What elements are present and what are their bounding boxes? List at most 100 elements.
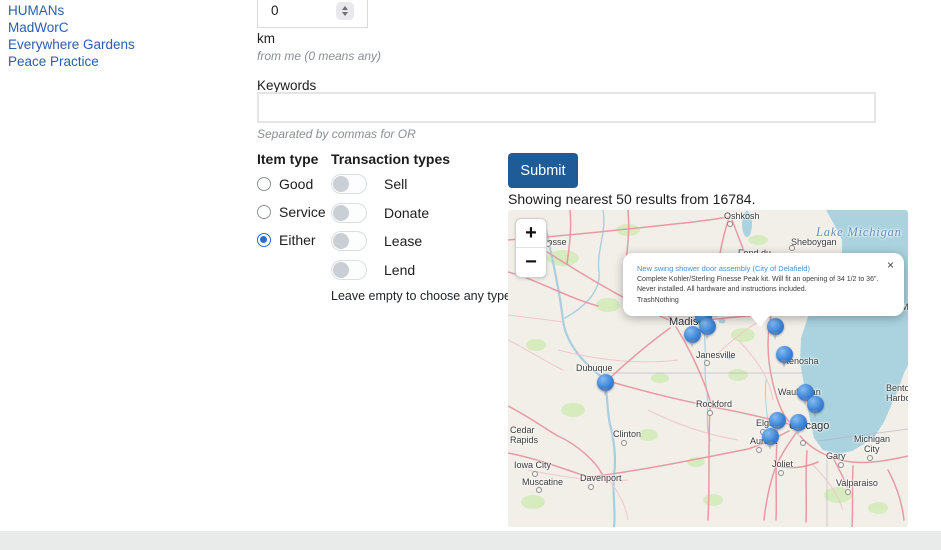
map[interactable]: OshkoshSheboyganLake MichiganCrosseFond …: [508, 210, 908, 527]
toggle-switch[interactable]: [331, 231, 367, 251]
map-city-label: Michigan: [854, 434, 890, 444]
stepper-up-icon[interactable]: [342, 6, 348, 10]
results-status: Showing nearest 50 results from 16784.: [508, 191, 755, 207]
map-city-label: Oshkosh: [724, 211, 760, 221]
popup-description-line1: Complete Kohler/Sterling Finesse Peak ki…: [637, 275, 880, 286]
map-town-dot: [707, 410, 713, 416]
toggle-knob: [333, 233, 349, 249]
keywords-label: Keywords: [257, 78, 316, 93]
map-zoom-in-button[interactable]: +: [516, 219, 546, 248]
keywords-input[interactable]: [257, 92, 876, 123]
footer-bar: [0, 531, 941, 550]
map-city-label: Dubuque: [576, 363, 613, 373]
toggle-switch[interactable]: [331, 174, 367, 194]
popup-close-icon[interactable]: ×: [887, 258, 894, 272]
transaction-type-option: Lease: [331, 231, 511, 251]
transaction-type-options: Sell Donate Lease Lend: [331, 174, 511, 280]
map-marker[interactable]: [762, 428, 779, 445]
map-popup: New swing shower door assembly (City of …: [623, 253, 904, 316]
map-city-label: Iowa City: [514, 460, 551, 470]
group-link[interactable]: Everywhere Gardens: [8, 36, 135, 53]
map-marker[interactable]: [597, 374, 614, 391]
toggle-knob: [333, 262, 349, 278]
radio-icon[interactable]: [257, 205, 271, 219]
map-zoom-controls: + −: [515, 218, 547, 278]
item-type-heading: Item type: [257, 151, 326, 167]
map-town-dot: [789, 245, 795, 251]
map-city-label: Valparaiso: [836, 478, 878, 488]
item-type-option[interactable]: Good: [257, 174, 326, 193]
map-city-label: Benton: [886, 383, 908, 393]
toggle-knob: [333, 205, 349, 221]
group-links: HUMANsMadWorCEverywhere GardensPeace Pra…: [8, 2, 135, 70]
distance-unit-label: km: [257, 31, 275, 46]
item-type-option-label: Service: [279, 204, 326, 220]
map-town-dot: [778, 470, 784, 476]
map-town-dot: [536, 487, 542, 493]
map-town-dot: [867, 455, 873, 461]
map-marker[interactable]: [699, 318, 716, 335]
map-town-dot: [800, 440, 806, 446]
distance-value: 0: [271, 3, 279, 18]
radio-icon[interactable]: [257, 233, 271, 247]
item-type-option-label: Good: [279, 176, 313, 192]
transaction-type-label: Lease: [384, 233, 422, 249]
distance-input[interactable]: 0: [257, 0, 368, 28]
transaction-types-heading: Transaction types: [331, 151, 511, 167]
map-town-dot: [621, 440, 627, 446]
map-town-dot: [727, 221, 733, 227]
map-city-label: Janesville: [696, 350, 736, 360]
item-type-option-label: Either: [279, 232, 316, 248]
map-city-label: Harbor: [886, 393, 908, 403]
map-city-label: City: [864, 444, 880, 454]
popup-tail: [750, 315, 770, 327]
radio-icon[interactable]: [257, 177, 271, 191]
page: HUMANsMadWorCEverywhere GardensPeace Pra…: [0, 0, 941, 550]
item-type-option[interactable]: Either: [257, 230, 326, 249]
group-link[interactable]: MadWorC: [8, 19, 135, 36]
item-type-group: Item type Good Service Either: [257, 151, 326, 258]
map-city-label: Rapids: [510, 435, 538, 445]
transaction-types-group: Transaction types Sell Donate Lease Lend Le…: [331, 151, 511, 303]
map-marker[interactable]: [776, 346, 793, 363]
map-city-label: Lake Michigan: [816, 225, 902, 240]
map-city-label: Rockford: [696, 399, 732, 409]
map-town-dot: [838, 462, 844, 468]
map-marker[interactable]: [807, 396, 824, 413]
map-marker[interactable]: [769, 412, 786, 429]
stepper-down-icon[interactable]: [342, 12, 348, 16]
transaction-type-option: Donate: [331, 203, 511, 223]
keywords-hint: Separated by commas for OR: [257, 127, 416, 141]
map-marker[interactable]: [684, 326, 701, 343]
map-city-label: Clinton: [613, 429, 641, 439]
toggle-switch[interactable]: [331, 260, 367, 280]
item-type-option[interactable]: Service: [257, 202, 326, 221]
map-town-dot: [756, 447, 762, 453]
transaction-type-label: Lend: [384, 262, 415, 278]
toggle-knob: [333, 176, 349, 192]
map-town-dot: [532, 471, 538, 477]
distance-hint: from me (0 means any): [257, 49, 381, 63]
popup-source: TrashNothing: [637, 296, 880, 307]
map-zoom-out-button[interactable]: −: [516, 248, 546, 277]
popup-title-link[interactable]: New swing shower door assembly (City of …: [637, 263, 880, 275]
item-type-options: Good Service Either: [257, 174, 326, 249]
transaction-type-label: Sell: [384, 176, 407, 192]
map-town-dot: [845, 489, 851, 495]
transaction-type-option: Lend: [331, 260, 511, 280]
transaction-type-option: Sell: [331, 174, 511, 194]
map-city-label: Gary: [826, 451, 846, 461]
stepper-control[interactable]: [336, 2, 354, 20]
map-city-label: Muscatine: [522, 477, 563, 487]
transaction-type-label: Donate: [384, 205, 429, 221]
toggle-switch[interactable]: [331, 203, 367, 223]
group-link[interactable]: HUMANs: [8, 2, 135, 19]
popup-description-line2: Never installed. All hardware and instru…: [637, 285, 880, 296]
submit-button[interactable]: Submit: [508, 153, 578, 188]
map-city-label: Cedar: [510, 425, 535, 435]
map-town-dot: [588, 484, 594, 490]
group-link[interactable]: Peace Practice: [8, 53, 135, 70]
map-marker[interactable]: [790, 414, 807, 431]
map-town-dot: [704, 360, 710, 366]
map-city-label: Joliet: [772, 459, 793, 469]
